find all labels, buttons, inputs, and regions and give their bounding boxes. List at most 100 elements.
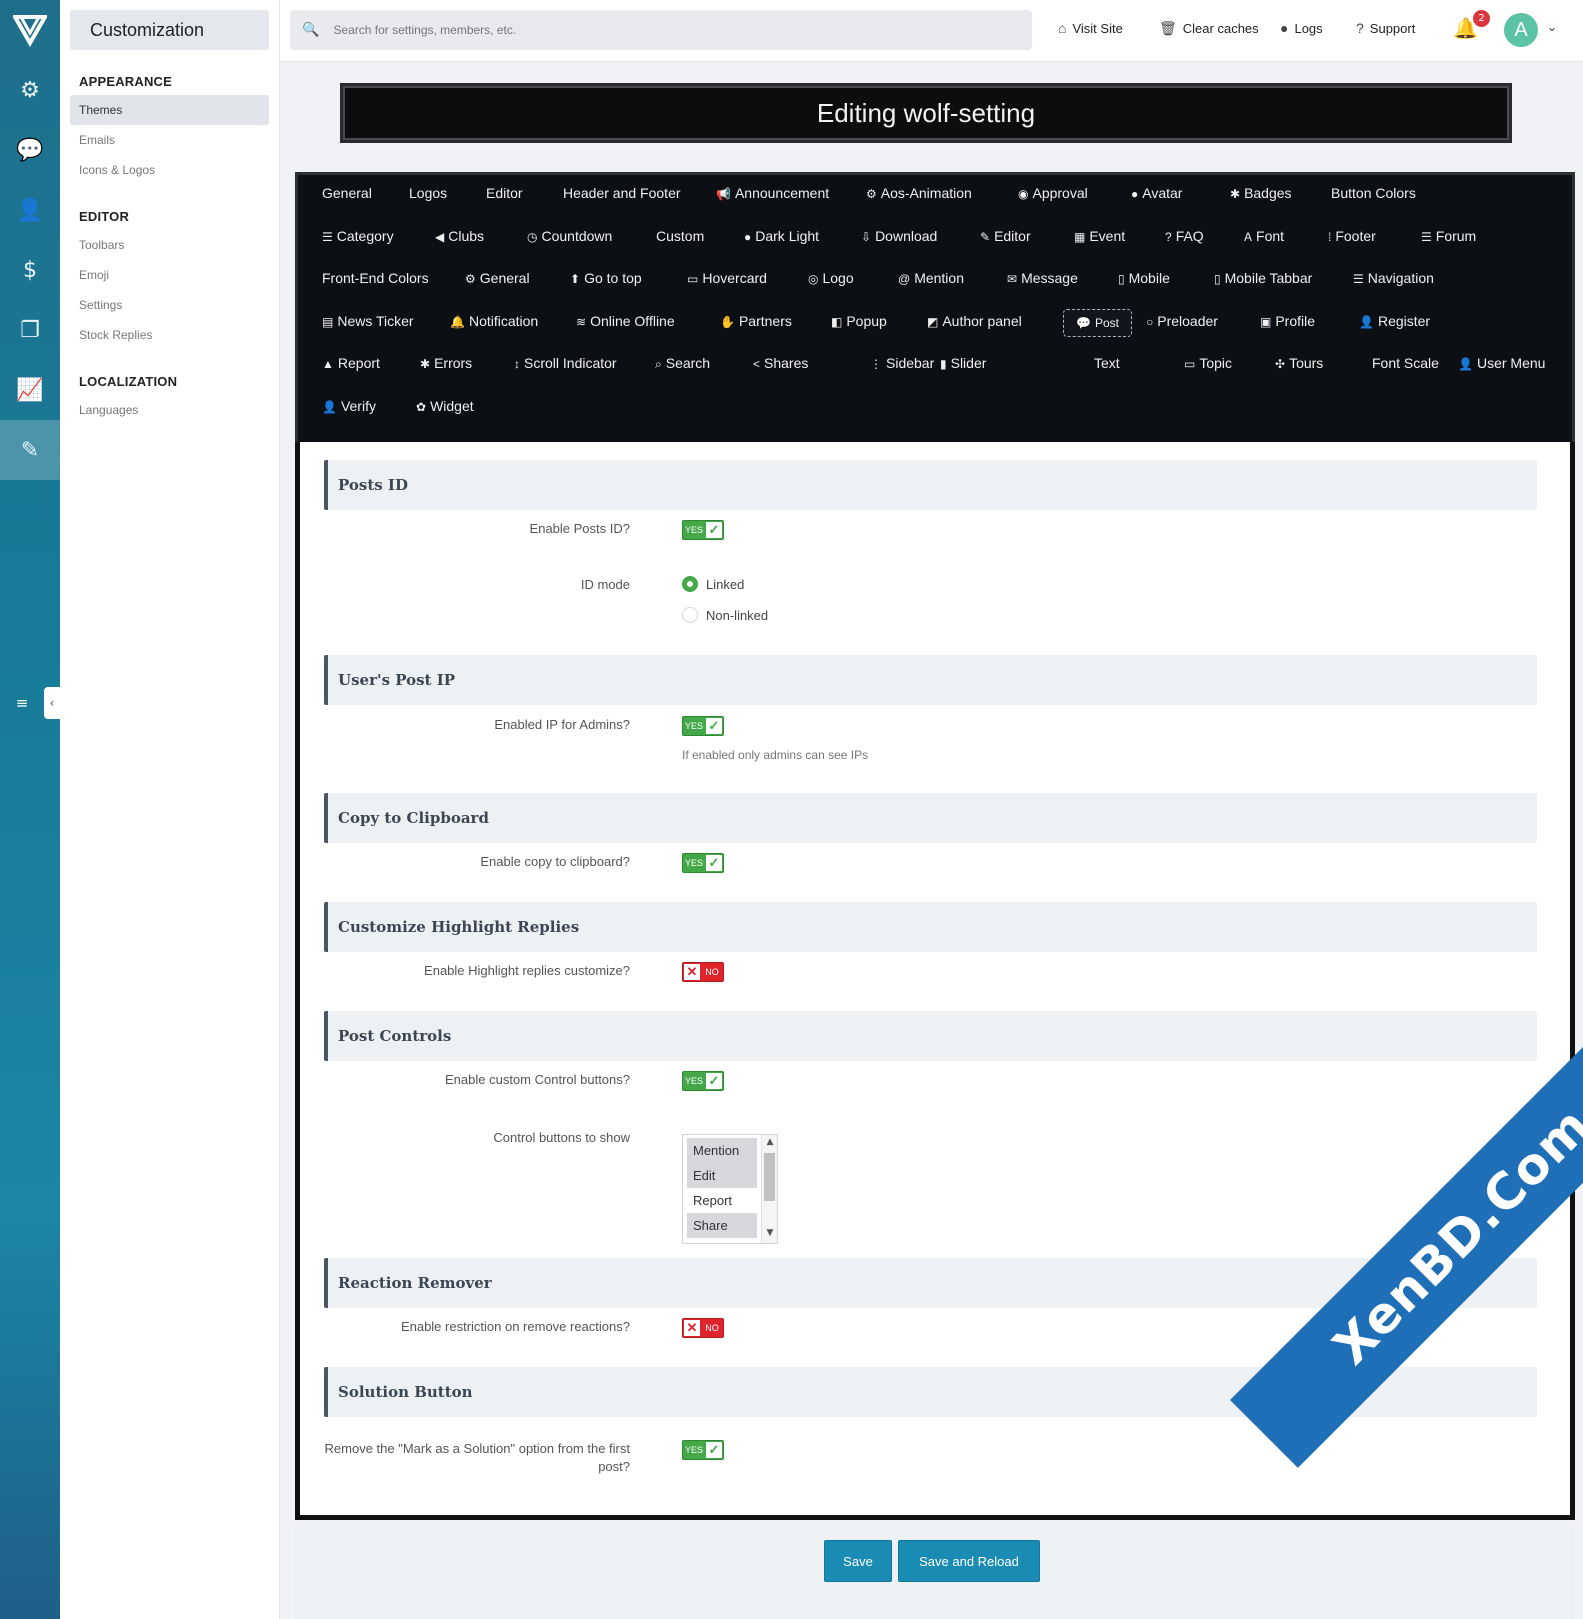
users-icon[interactable]: 👤 xyxy=(0,180,60,240)
chevron-left-icon[interactable]: ‹ xyxy=(44,687,60,719)
nav-item-icons-logos[interactable]: Icons & Logos xyxy=(70,155,269,185)
visit-site-link[interactable]: ⌂ Visit Site xyxy=(1058,20,1123,36)
tab-preloader[interactable]: ○ Preloader xyxy=(1146,313,1218,329)
tab-general[interactable]: ⚙ General xyxy=(465,270,530,286)
tab-countdown[interactable]: ◷ Countdown xyxy=(527,228,612,244)
option-share[interactable]: Share xyxy=(687,1213,757,1238)
tab-slider[interactable]: ▮ Slider xyxy=(940,355,986,371)
tab-dark-light[interactable]: ● Dark Light xyxy=(744,228,819,244)
tab-widget[interactable]: ✿ Widget xyxy=(416,398,474,414)
nav-item-emoji[interactable]: Emoji xyxy=(70,260,269,290)
tab-faq[interactable]: ? FAQ xyxy=(1165,228,1204,244)
tab-popup[interactable]: ◧ Popup xyxy=(831,313,887,329)
tab-font[interactable]: A Font xyxy=(1244,228,1284,244)
tab-custom[interactable]: Custom xyxy=(656,228,704,244)
tab-message[interactable]: ✉ Message xyxy=(1007,270,1078,286)
tab-search[interactable]: ⌕ Search xyxy=(655,355,710,372)
option-edit[interactable]: Edit xyxy=(687,1163,757,1188)
search-input[interactable] xyxy=(333,23,934,37)
tab-hovercard[interactable]: ▭ Hovercard xyxy=(687,270,767,286)
logs-link[interactable]: ● Logs xyxy=(1280,20,1323,36)
tab-clubs[interactable]: ◀ Clubs xyxy=(435,228,484,244)
tab-user-menu[interactable]: 👤 User Menu xyxy=(1458,355,1545,371)
tab-logos[interactable]: Logos xyxy=(409,185,447,201)
tab-verify[interactable]: 👤 Verify xyxy=(322,398,376,414)
tab-notification[interactable]: 🔔 Notification xyxy=(450,313,538,329)
tab-partners[interactable]: ✋ Partners xyxy=(720,313,792,329)
xenforo-logo[interactable] xyxy=(0,0,60,60)
tab-badges[interactable]: ✱ Badges xyxy=(1230,185,1292,201)
stats-icon[interactable]: 📈 xyxy=(0,360,60,420)
tab-sidebar[interactable]: ⋮ Sidebar xyxy=(870,355,934,371)
tab-shares[interactable]: < Shares xyxy=(753,355,808,371)
tab-online-offline[interactable]: ≋ Online Offline xyxy=(576,313,675,329)
tab-approval[interactable]: ◉ Approval xyxy=(1018,185,1088,201)
tab-avatar[interactable]: ● Avatar xyxy=(1131,185,1182,201)
nav-item-stock-replies[interactable]: Stock Replies xyxy=(70,320,269,350)
tab-topic[interactable]: ▭ Topic xyxy=(1184,355,1232,371)
save-reload-button[interactable]: Save and Reload xyxy=(898,1540,1040,1582)
tab-header-and-footer[interactable]: Header and Footer xyxy=(563,185,681,201)
enable-controls-toggle[interactable]: YES ✓ xyxy=(682,1071,724,1091)
tab-errors[interactable]: ✱ Errors xyxy=(420,355,472,371)
nav-item-emails[interactable]: Emails xyxy=(70,125,269,155)
tab-download[interactable]: ⇩ Download xyxy=(861,228,937,244)
nav-item-languages[interactable]: Languages xyxy=(70,395,269,425)
tab-font-scale[interactable]: Font Scale xyxy=(1372,355,1439,371)
enable-reaction-toggle[interactable]: NO ✕ xyxy=(682,1318,724,1338)
enable-clipboard-toggle[interactable]: YES ✓ xyxy=(682,853,724,873)
tab-mention[interactable]: @ Mention xyxy=(898,270,964,286)
tab-news-ticker[interactable]: ▤ News Ticker xyxy=(322,313,414,329)
tab-post[interactable]: 💬 Post xyxy=(1063,308,1132,337)
avatar[interactable]: A xyxy=(1504,13,1538,47)
id-mode-linked-radio[interactable]: Linked xyxy=(682,576,744,592)
tab-scroll-indicator[interactable]: ↕ Scroll Indicator xyxy=(514,355,617,371)
listbox-scrollbar[interactable]: ▲ ▼ xyxy=(761,1135,777,1243)
tab-category[interactable]: ☰ Category xyxy=(322,228,394,244)
nav-item-themes[interactable]: Themes xyxy=(70,95,269,125)
tab-navigation[interactable]: ☰ Navigation xyxy=(1353,270,1434,286)
tab-logo[interactable]: ◎ Logo xyxy=(808,270,854,286)
chevron-down-icon[interactable]: ⌄ xyxy=(1547,20,1557,34)
tab-author-panel[interactable]: ◩ Author panel xyxy=(927,313,1022,329)
sidebar-collapse[interactable]: ≡ ‹ xyxy=(0,686,60,720)
tab-go-to-top[interactable]: ⬆ Go to top xyxy=(570,270,642,286)
tab-forum[interactable]: ☰ Forum xyxy=(1421,228,1476,244)
clear-caches-link[interactable]: 🗑 Clear caches xyxy=(1159,20,1259,37)
forums-icon[interactable]: 💬 xyxy=(0,120,60,180)
appearance-icon[interactable]: ✎ xyxy=(0,420,60,480)
tab-tours[interactable]: ✣ Tours xyxy=(1275,355,1323,371)
setup-icon[interactable]: ⚙ xyxy=(0,60,60,120)
enable-posts-id-toggle[interactable]: YES ✓ xyxy=(682,520,724,540)
content-icon[interactable]: ❐ xyxy=(0,300,60,360)
tab-front-end-colors[interactable]: Front-End Colors xyxy=(322,270,429,286)
menu-icon[interactable]: ≡ xyxy=(0,694,44,712)
nav-item-settings[interactable]: Settings xyxy=(70,290,269,320)
tab-text[interactable]: Text xyxy=(1094,355,1120,371)
enable-ip-admins-toggle[interactable]: YES ✓ xyxy=(682,716,724,736)
save-button[interactable]: Save xyxy=(824,1540,892,1582)
controls-multiselect[interactable]: Mention Edit Report Share ▲ ▼ xyxy=(682,1134,778,1244)
scroll-down-icon[interactable]: ▼ xyxy=(762,1228,778,1238)
id-mode-non-linked-radio[interactable]: Non-linked xyxy=(682,607,768,623)
tab-aos-animation[interactable]: ⚙ Aos-Animation xyxy=(866,185,972,201)
tab-register[interactable]: 👤 Register xyxy=(1359,313,1430,329)
tab-general[interactable]: General xyxy=(322,185,372,201)
solution-option-toggle[interactable]: YES ✓ xyxy=(682,1440,724,1460)
nav-item-toolbars[interactable]: Toolbars xyxy=(70,230,269,260)
tab-mobile-tabbar[interactable]: ▯ Mobile Tabbar xyxy=(1214,270,1312,286)
option-report[interactable]: Report xyxy=(687,1188,757,1213)
tab-footer[interactable]: ⁞ Footer xyxy=(1328,228,1376,244)
enable-highlight-toggle[interactable]: NO ✕ xyxy=(682,962,724,982)
tab-editor[interactable]: ✎ Editor xyxy=(980,228,1031,244)
tab-button-colors[interactable]: Button Colors xyxy=(1331,185,1416,201)
tab-mobile[interactable]: ▯ Mobile xyxy=(1118,270,1170,286)
scroll-up-icon[interactable]: ▲ xyxy=(762,1137,778,1147)
tab-editor[interactable]: Editor xyxy=(486,185,523,201)
tab-event[interactable]: ▦ Event xyxy=(1074,228,1125,244)
tab-announcement[interactable]: 📢 Announcement xyxy=(716,185,829,201)
search-box[interactable]: 🔍 xyxy=(290,10,1032,50)
tab-report[interactable]: ▲ Report xyxy=(322,355,380,371)
option-mention[interactable]: Mention xyxy=(687,1138,757,1163)
tab-profile[interactable]: ▣ Profile xyxy=(1260,313,1315,329)
